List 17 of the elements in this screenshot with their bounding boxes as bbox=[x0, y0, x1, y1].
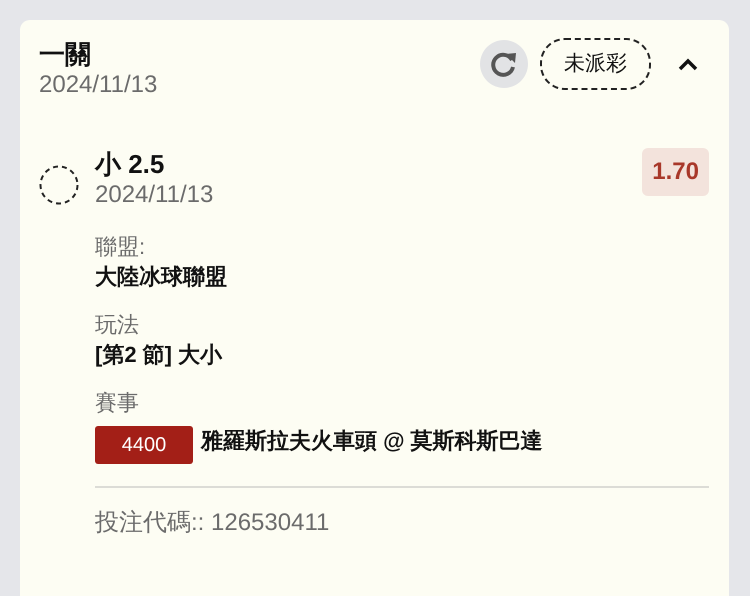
pending-circle-icon bbox=[39, 165, 79, 205]
refresh-button[interactable] bbox=[480, 40, 528, 88]
selection-date: 2024/11/13 bbox=[95, 180, 214, 210]
detail-label: 賽事 bbox=[95, 389, 140, 417]
event-name: 雅羅斯拉夫火車頭 @ 莫斯科斯巴達 bbox=[201, 427, 543, 455]
selection-name: 小 2.5 bbox=[95, 148, 166, 180]
chevron-up-icon bbox=[677, 56, 699, 71]
detail-label: 聯盟: bbox=[95, 233, 146, 261]
detail-value: [第2 節] 大小 bbox=[95, 341, 224, 369]
status-label: 未派彩 bbox=[540, 38, 651, 90]
bet-code: 投注代碼:: 126530411 bbox=[95, 508, 330, 538]
detail-value: 大陸冰球聯盟 bbox=[95, 263, 228, 291]
bet-title: 一關 bbox=[39, 38, 92, 70]
detail-label: 玩法 bbox=[95, 311, 140, 339]
bet-date: 2024/11/13 bbox=[39, 70, 158, 100]
odds-label: 1.70 bbox=[642, 148, 709, 196]
event-id-tag: 4400 bbox=[95, 426, 193, 464]
